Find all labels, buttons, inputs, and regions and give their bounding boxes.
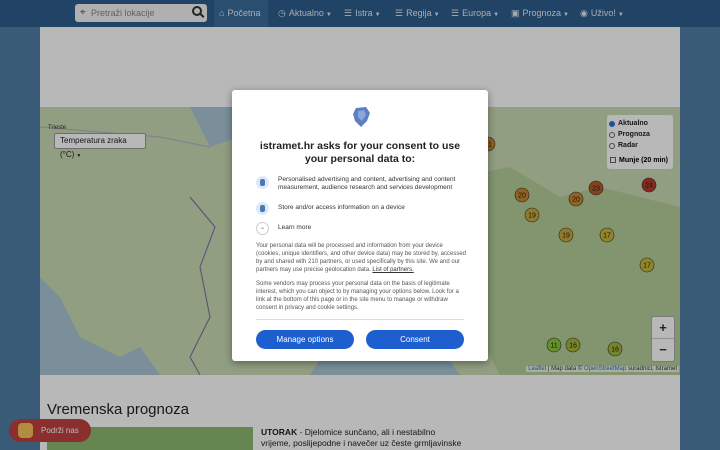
manage-options-button[interactable]: Manage options bbox=[256, 330, 354, 349]
divider bbox=[256, 319, 464, 320]
consent-body-1-text: Your personal data will be processed and… bbox=[256, 243, 467, 273]
partners-link[interactable]: List of partners. bbox=[372, 267, 413, 273]
istramet-logo bbox=[353, 107, 370, 127]
consent-body-2: Some vendors may process your personal d… bbox=[256, 281, 459, 311]
purpose-text: Store and/or access information on a dev… bbox=[278, 204, 405, 211]
consent-body-1: Your personal data will be processed and… bbox=[256, 242, 466, 274]
consent-title: istramet.hr asks for your consent to use… bbox=[259, 140, 461, 165]
purpose-text: Personalised advertising and content, ad… bbox=[278, 176, 456, 191]
learn-more-label: Learn more bbox=[278, 224, 312, 231]
device-icon bbox=[256, 202, 269, 215]
user-group-icon bbox=[256, 176, 269, 189]
purpose-storage: Store and/or access information on a dev… bbox=[256, 202, 468, 215]
purpose-advertising: Personalised advertising and content, ad… bbox=[256, 176, 468, 194]
consent-button[interactable]: Consent bbox=[366, 330, 464, 349]
chevron-down-icon[interactable]: ⌄ bbox=[256, 222, 269, 235]
consent-dialog: istramet.hr asks for your consent to use… bbox=[232, 90, 488, 361]
